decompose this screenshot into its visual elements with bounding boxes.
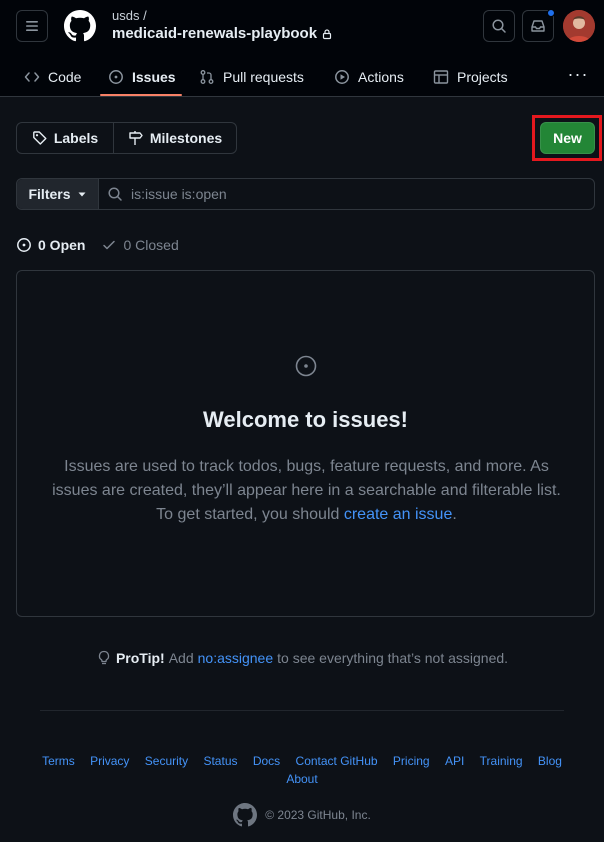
light-bulb-icon [98,650,110,665]
issue-filter-bar: Filters [16,178,595,210]
tag-icon [32,131,47,145]
protip-text-after: to see everything that’s not assigned. [277,650,509,666]
blankslate-title: Welcome to issues! [203,407,408,432]
protip-label: ProTip! [115,650,165,666]
copyright-text: © 2023 GitHub, Inc. [265,808,371,822]
create-issue-link[interactable]: create an issue [344,506,453,523]
milestone-icon [129,131,143,145]
labels-button-label: Labels [53,130,99,146]
inbox-button[interactable] [522,9,555,42]
app-header: usds / medicaid-renewals-playbook Code I… [0,0,604,97]
tab-projects-label: Projects [457,68,508,85]
labels-milestones-group: Labels Milestones [16,122,237,154]
breadcrumb-repo[interactable]: medicaid-renewals-playbook [112,25,333,42]
menu-button[interactable] [16,10,48,42]
check-icon [103,240,116,250]
closed-count: 0 Closed [123,237,179,253]
blankslate-text-end: . [452,506,457,523]
new-issue-button[interactable]: New [540,122,595,154]
issue-opened-icon [17,238,31,252]
play-icon [335,69,349,84]
footer-link-about[interactable]: About [286,770,317,788]
git-pull-request-icon [200,69,214,84]
closed-issues-link[interactable]: 0 Closed [101,237,179,253]
issue-opened-icon [295,355,317,377]
protip-text-before: Add [168,650,194,666]
search-icon [108,187,122,201]
protip: ProTip! Add no:assignee to see everythin… [0,650,604,666]
footer-link-docs[interactable]: Docs [253,752,280,770]
breadcrumb-owner[interactable]: usds / [112,8,147,23]
footer-link-security[interactable]: Security [145,752,188,770]
issues-blankslate: Welcome to issues! Issues are used to tr… [16,270,595,617]
tab-pull-requests-label: Pull requests [223,68,304,85]
search-icon [492,19,506,33]
active-tab-indicator [100,94,182,96]
milestones-button[interactable]: Milestones [114,123,236,153]
footer-link-privacy[interactable]: Privacy [90,752,129,770]
footer-copyright: © 2023 GitHub, Inc. [0,803,604,827]
tab-pull-requests[interactable]: Pull requests [199,56,304,97]
filters-dropdown[interactable]: Filters [17,179,99,209]
triangle-down-icon [78,192,85,197]
issue-search[interactable] [99,179,594,209]
github-mark-icon[interactable] [233,803,258,827]
repo-name[interactable]: medicaid-renewals-playbook [112,25,317,42]
issues-page: usds / medicaid-renewals-playbook Code I… [0,0,604,842]
unread-indicator [547,9,555,17]
tab-actions-label: Actions [358,68,404,85]
tab-projects[interactable]: Projects [433,56,508,97]
tab-code-label: Code [48,68,82,85]
blankslate-description: Issues are used to track todos, bugs, fe… [47,455,566,527]
repo-navigation: Code Issues Pull requests Actions Projec… [0,56,604,97]
footer-divider [40,710,564,711]
milestones-button-label: Milestones [149,130,223,146]
lock-icon [322,28,332,39]
issue-search-input[interactable] [131,186,531,202]
blankslate-text: Issues are used to track todos, bugs, fe… [52,458,561,523]
github-logo-icon[interactable] [64,10,96,42]
footer-link-pricing[interactable]: Pricing [393,752,430,770]
issue-state-toggle: 0 Open 0 Closed [16,236,179,254]
labels-button[interactable]: Labels [17,123,114,153]
tab-code[interactable]: Code [24,56,81,97]
search-button[interactable] [483,10,515,42]
tab-issues-label: Issues [132,68,176,85]
tab-issues[interactable]: Issues [108,56,176,97]
hamburger-icon [26,21,38,31]
avatar-image [563,10,595,42]
filters-label: Filters [28,186,71,202]
footer-link-blog[interactable]: Blog [538,752,562,770]
table-icon [433,69,449,84]
open-count: 0 Open [38,237,86,253]
footer-link-terms[interactable]: Terms [42,752,75,770]
footer-link-contact[interactable]: Contact GitHub [296,752,378,770]
tab-actions[interactable]: Actions [334,56,404,97]
code-icon [24,71,40,82]
footer-link-status[interactable]: Status [203,752,237,770]
inbox-icon [531,20,545,32]
user-avatar[interactable] [563,10,595,42]
footer-link-api[interactable]: API [445,752,464,770]
open-issues-link[interactable]: 0 Open [16,237,85,253]
issue-opened-icon [109,69,123,84]
footer-link-training[interactable]: Training [480,752,523,770]
no-assignee-link[interactable]: no:assignee [198,650,274,666]
more-tabs-button[interactable]: ··· [566,56,590,92]
footer-links: Terms Privacy Security Status Docs Conta… [30,752,574,788]
